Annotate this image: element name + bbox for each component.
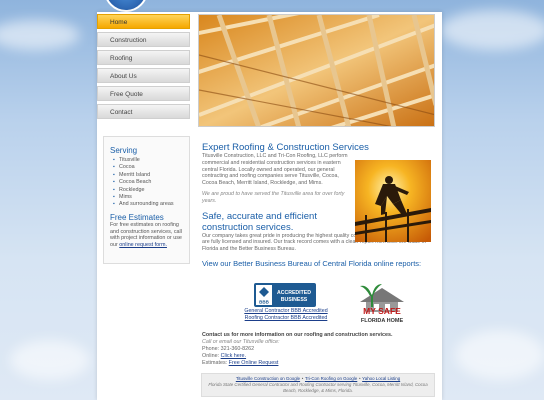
footer-separator: • xyxy=(301,376,304,381)
bbb-links: General Contractor BBB Accredited Roofin… xyxy=(236,308,336,322)
list-item: Titusville xyxy=(113,157,183,165)
online-request-link[interactable]: online request form. xyxy=(119,242,167,248)
list-item: Mims xyxy=(113,194,183,202)
free-estimates-text: For free estimates on roofing and constr… xyxy=(110,222,183,249)
contact-phone-line: Phone: 321-360-8262 xyxy=(202,346,439,353)
bbb-logo-line2: BUSINESS xyxy=(281,297,308,303)
my-safe-florida-home-logo[interactable]: MY SAFE FLORIDA HOME xyxy=(354,282,410,324)
footer-text: Florida State Certified General Contract… xyxy=(208,382,428,393)
free-estimates-title: Free Estimates xyxy=(110,212,164,222)
mysafe-line2: FLORIDA HOME xyxy=(361,318,404,324)
serving-title: Serving xyxy=(110,146,138,155)
main-content: Expert Roofing & Construction Services T… xyxy=(202,142,439,366)
hero-framing-image xyxy=(198,14,435,127)
contact-section: Contact us for more information on our r… xyxy=(202,332,439,367)
footer: Titusville Construction on Google • Tri-… xyxy=(201,373,435,397)
list-item: Rockledge xyxy=(113,187,183,195)
click-here-link[interactable]: Click here. xyxy=(221,353,246,359)
serving-area-list: Titusville Cocoa Merritt Island Cocoa Be… xyxy=(113,157,183,209)
footer-separator: • xyxy=(358,376,361,381)
nav-roofing[interactable]: Roofing xyxy=(97,50,190,65)
list-item: And surrounding areas xyxy=(113,201,183,209)
bbb-roofing-contractor-link[interactable]: Roofing Contractor BBB Accredited xyxy=(236,315,336,322)
page-title: Expert Roofing & Construction Services xyxy=(202,142,369,153)
main-nav: Home Construction Roofing About Us Free … xyxy=(97,14,190,122)
cloud-decoration xyxy=(10,340,90,380)
contact-estimates-line: Estimates: Free Online Request xyxy=(202,360,439,367)
contact-heading: Contact us for more information on our r… xyxy=(202,332,393,338)
list-item: Cocoa Beach xyxy=(113,179,183,187)
site-logo[interactable] xyxy=(104,0,148,12)
nav-contact[interactable]: Contact xyxy=(97,104,190,119)
bbb-title: View our Better Business Bureau of Centr… xyxy=(202,258,422,268)
page-container: Home Construction Roofing About Us Free … xyxy=(97,12,442,400)
online-label: Online: xyxy=(202,352,220,359)
footer-link-tricon-google[interactable]: Tri-Con Roofing on Google xyxy=(305,376,357,381)
contact-online-line: Online: Click here. xyxy=(202,353,439,360)
bbb-logo-line1: ACCREDITED xyxy=(277,290,311,296)
list-item: Merritt Island xyxy=(113,172,183,180)
nav-about-us[interactable]: About Us xyxy=(97,68,190,83)
bbb-accredited-logo[interactable]: BBB ACCREDITED BUSINESS xyxy=(254,283,316,307)
cloud-decoration xyxy=(440,10,544,50)
intro-paragraph: Titusville Construction, LLC and Tri-Con… xyxy=(202,153,348,187)
safe-subtitle: Safe, accurate and efficient constructio… xyxy=(202,210,317,233)
nav-free-quote[interactable]: Free Quote xyxy=(97,86,190,101)
roofer-photo xyxy=(355,160,431,242)
bbb-general-contractor-link[interactable]: General Contractor BBB Accredited xyxy=(236,308,336,315)
cloud-decoration xyxy=(0,20,80,50)
phone-label: Phone: xyxy=(202,345,220,352)
list-item: Cocoa xyxy=(113,164,183,172)
proud-paragraph: We are proud to have served the Titusvil… xyxy=(202,190,345,204)
footer-link-yahoo-local[interactable]: Yahoo Local Listing xyxy=(362,376,400,381)
phone-number: 321-360-8262 xyxy=(220,345,255,352)
cloud-decoration xyxy=(455,330,544,380)
contact-call-line: Call or email our Titusville office: xyxy=(202,338,280,345)
free-online-request-link[interactable]: Free Online Request xyxy=(229,360,279,366)
nav-home[interactable]: Home xyxy=(97,14,190,29)
nav-construction[interactable]: Construction xyxy=(97,32,190,47)
mysafe-line1: MY SAFE xyxy=(363,306,401,316)
bbb-mark-text: BBB xyxy=(259,300,269,305)
estimates-label: Estimates: xyxy=(202,359,228,366)
footer-link-titusville-google[interactable]: Titusville Construction on Google xyxy=(236,376,300,381)
serving-sidebar: Serving Titusville Cocoa Merritt Island … xyxy=(103,136,190,264)
